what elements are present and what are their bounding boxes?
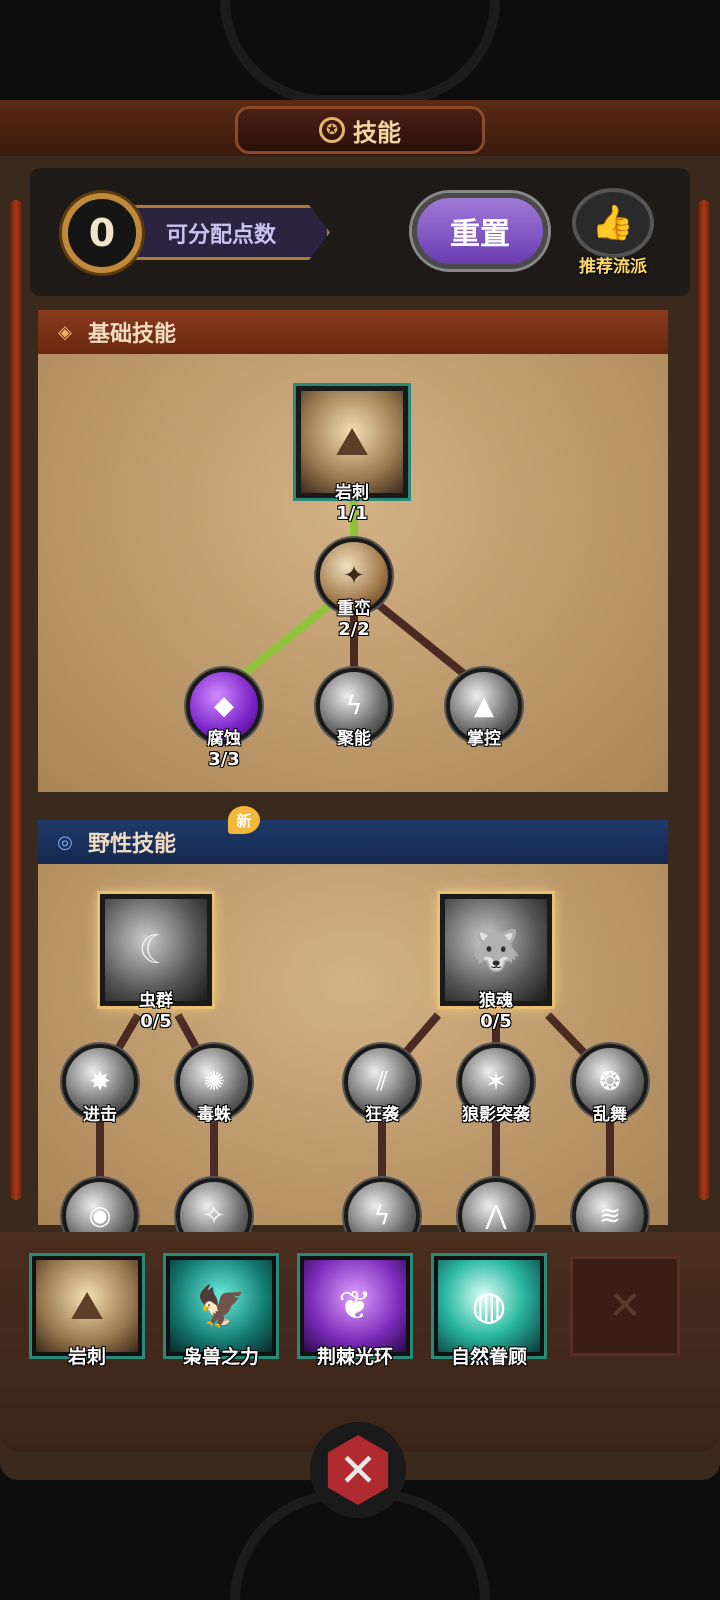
right-rail	[698, 200, 710, 1200]
skill-node-frenzy-raid[interactable]: ⫽ 狂袭	[344, 1044, 420, 1125]
skill-node-wolf-soul[interactable]: 🐺 狼魂 0/5	[440, 894, 552, 1032]
pentagram-icon: ✪	[319, 117, 345, 143]
skill-node-wolf-shadow-strike[interactable]: ✶ 狼影突袭	[458, 1044, 534, 1125]
skill-name: 狼影突袭	[462, 1105, 530, 1125]
skill-node-poison-spider[interactable]: ✺ 毒蛛	[176, 1044, 252, 1125]
skill-node-corrosion[interactable]: ◆ 腐蚀 3/3	[186, 668, 262, 770]
skill-name: 掌控	[467, 729, 501, 749]
reset-button[interactable]: 重置	[412, 193, 548, 269]
close-button[interactable]: ✕	[310, 1422, 406, 1518]
skill-name: 狼魂	[479, 991, 513, 1011]
top-background	[0, 0, 720, 110]
skill-node-control[interactable]: ▲ 掌控	[446, 668, 522, 749]
basic-skills-section: ◈ 基础技能 ⛰ 岩刺 1/1 ✦ 重峦 2/2 ◆ 腐蚀 3/3 ϟ 聚能 ▲…	[38, 310, 668, 792]
skill-node-wild-dance[interactable]: ❂ 乱舞	[572, 1044, 648, 1125]
equipped-slot-4[interactable]: ◍ 自然眷顾	[434, 1256, 544, 1376]
skill-name: 聚能	[337, 729, 371, 749]
skill-name: 狂袭	[365, 1105, 399, 1125]
equipped-skill-name: 岩刺	[67, 1346, 106, 1368]
skill-level: 0/5	[140, 1011, 172, 1032]
skill-node-advance[interactable]: ✸ 进击	[62, 1044, 138, 1125]
equipped-slot-3[interactable]: ❦ 荆棘光环	[300, 1256, 410, 1376]
nature-orb-icon: ◍	[434, 1256, 544, 1356]
skill-name: 乱舞	[593, 1105, 627, 1125]
skill-name: 岩刺	[335, 483, 369, 503]
skill-level: 1/1	[336, 503, 368, 524]
new-badge: 新	[228, 806, 260, 834]
skill-level: 2/2	[338, 619, 370, 640]
recommend-build-button[interactable]: 👍 推荐流派	[572, 188, 654, 278]
points-label: 可分配点数	[120, 205, 330, 260]
skill-name: 重峦	[337, 599, 371, 619]
wild-skills-section: ◎ 野性技能 新 ☾ 虫群 0/5 🐺 狼魂 0/5 ✸ 进击 ✺ 毒蛛 ⫽ 狂…	[38, 806, 668, 1254]
equipped-slot-1[interactable]: ⛰ 岩刺	[32, 1256, 142, 1376]
skill-node-heavy-peaks[interactable]: ✦ 重峦 2/2	[316, 538, 392, 640]
skill-name: 进击	[83, 1105, 117, 1125]
rock-spike-icon: ⛰	[32, 1256, 142, 1356]
equipped-skill-name: 自然眷顾	[450, 1346, 527, 1368]
skill-node-swarm[interactable]: ☾ 虫群 0/5	[100, 894, 212, 1032]
thorn-vine-icon: ❦	[300, 1256, 410, 1356]
equipped-skill-name: 枭兽之力	[182, 1346, 259, 1368]
skill-name: 腐蚀	[207, 729, 241, 749]
recommend-label: 推荐流派	[579, 257, 647, 277]
skill-name: 毒蛛	[197, 1105, 231, 1125]
equipped-slot-5-empty[interactable]: ✕	[570, 1256, 680, 1376]
ornament	[220, 0, 500, 105]
skill-level: 3/3	[208, 749, 240, 770]
thumbs-up-icon: 👍	[572, 188, 654, 258]
title-plate: ✪ 技能	[235, 106, 485, 154]
skill-level: 0/5	[480, 1011, 512, 1032]
page-title: 技能	[353, 118, 401, 147]
skill-node-gather-energy[interactable]: ϟ 聚能	[316, 668, 392, 749]
left-rail	[10, 200, 22, 1200]
equipped-skill-name: 荆棘光环	[316, 1346, 393, 1368]
close-icon: ✕	[327, 1435, 389, 1505]
owl-beast-icon: 🦅	[166, 1256, 276, 1356]
empty-slot-icon: ✕	[570, 1256, 680, 1356]
equipped-slot-2[interactable]: 🦅 枭兽之力	[166, 1256, 276, 1376]
skill-node-rock-spike[interactable]: ⛰ 岩刺 1/1	[296, 386, 408, 524]
points-count: 0	[62, 193, 142, 273]
skill-name: 虫群	[139, 991, 173, 1011]
